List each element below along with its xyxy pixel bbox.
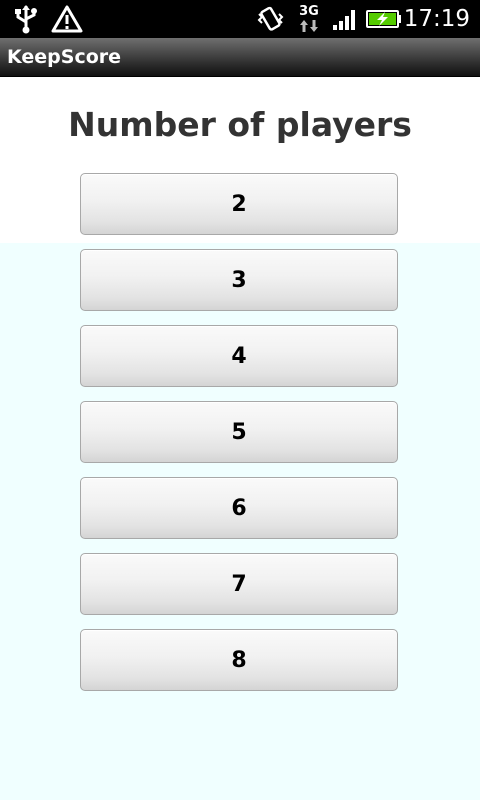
button-label: 6 — [231, 495, 247, 521]
players-4-button[interactable]: 4 — [80, 325, 398, 387]
players-5-button[interactable]: 5 — [80, 401, 398, 463]
status-bar: 3G 17:19 — [0, 0, 480, 38]
players-3-button[interactable]: 3 — [80, 249, 398, 311]
app-title: KeepScore — [7, 46, 122, 68]
button-label: 7 — [231, 571, 247, 597]
players-2-button[interactable]: 2 — [80, 173, 398, 235]
button-label: 5 — [231, 419, 247, 445]
button-label: 4 — [231, 343, 247, 369]
players-6-button[interactable]: 6 — [80, 477, 398, 539]
vibrate-icon — [254, 0, 286, 38]
players-7-button[interactable]: 7 — [80, 553, 398, 615]
warning-icon — [50, 0, 84, 38]
content-area: Number of players 2 3 4 5 6 7 8 — [0, 77, 480, 800]
data-3g-icon: 3G — [296, 0, 322, 38]
title-bar: KeepScore — [0, 38, 480, 77]
page-heading: Number of players — [68, 105, 412, 144]
button-label: 2 — [231, 191, 247, 217]
network-type-label: 3G — [299, 3, 319, 19]
button-label: 3 — [231, 267, 247, 293]
clock: 17:19 — [403, 6, 470, 32]
usb-icon — [12, 0, 40, 38]
players-8-button[interactable]: 8 — [80, 629, 398, 691]
button-label: 8 — [231, 647, 247, 673]
battery-charging-icon — [366, 0, 402, 38]
signal-icon — [330, 0, 360, 38]
